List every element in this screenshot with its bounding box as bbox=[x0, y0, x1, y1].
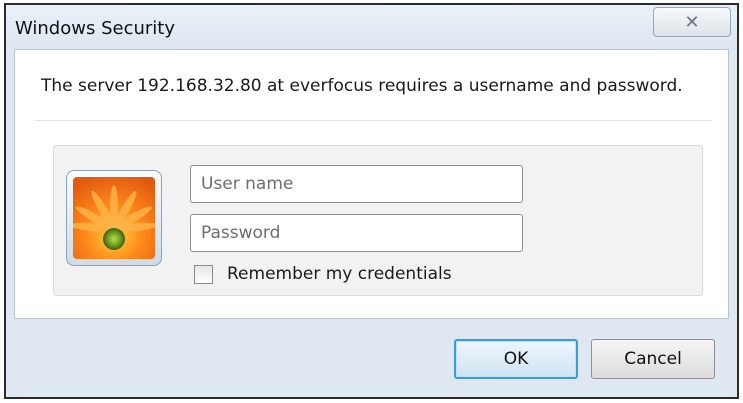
credential-tile[interactable]: Remember my credentials bbox=[53, 145, 703, 296]
remember-credentials-row[interactable]: Remember my credentials bbox=[194, 262, 452, 286]
dialog-title: Windows Security bbox=[15, 18, 175, 39]
username-field[interactable] bbox=[190, 165, 523, 203]
cancel-button-label: Cancel bbox=[624, 349, 682, 369]
prompt-message: The server 192.168.32.80 at everfocus re… bbox=[41, 76, 683, 96]
close-icon: ✕ bbox=[684, 11, 700, 33]
remember-label: Remember my credentials bbox=[227, 264, 452, 284]
flower-picture bbox=[73, 177, 155, 259]
title-bar: Windows Security ✕ bbox=[6, 5, 737, 49]
ok-button[interactable]: OK bbox=[454, 339, 578, 379]
cancel-button[interactable]: Cancel bbox=[591, 339, 715, 379]
password-field[interactable] bbox=[190, 214, 523, 252]
flower-user-icon bbox=[66, 170, 162, 266]
close-button[interactable]: ✕ bbox=[653, 7, 731, 37]
dialog-content: The server 192.168.32.80 at everfocus re… bbox=[14, 49, 729, 319]
security-dialog: Windows Security ✕ The server 192.168.32… bbox=[4, 3, 739, 399]
ok-button-label: OK bbox=[503, 349, 529, 369]
divider bbox=[35, 120, 711, 121]
remember-checkbox[interactable] bbox=[194, 264, 213, 284]
